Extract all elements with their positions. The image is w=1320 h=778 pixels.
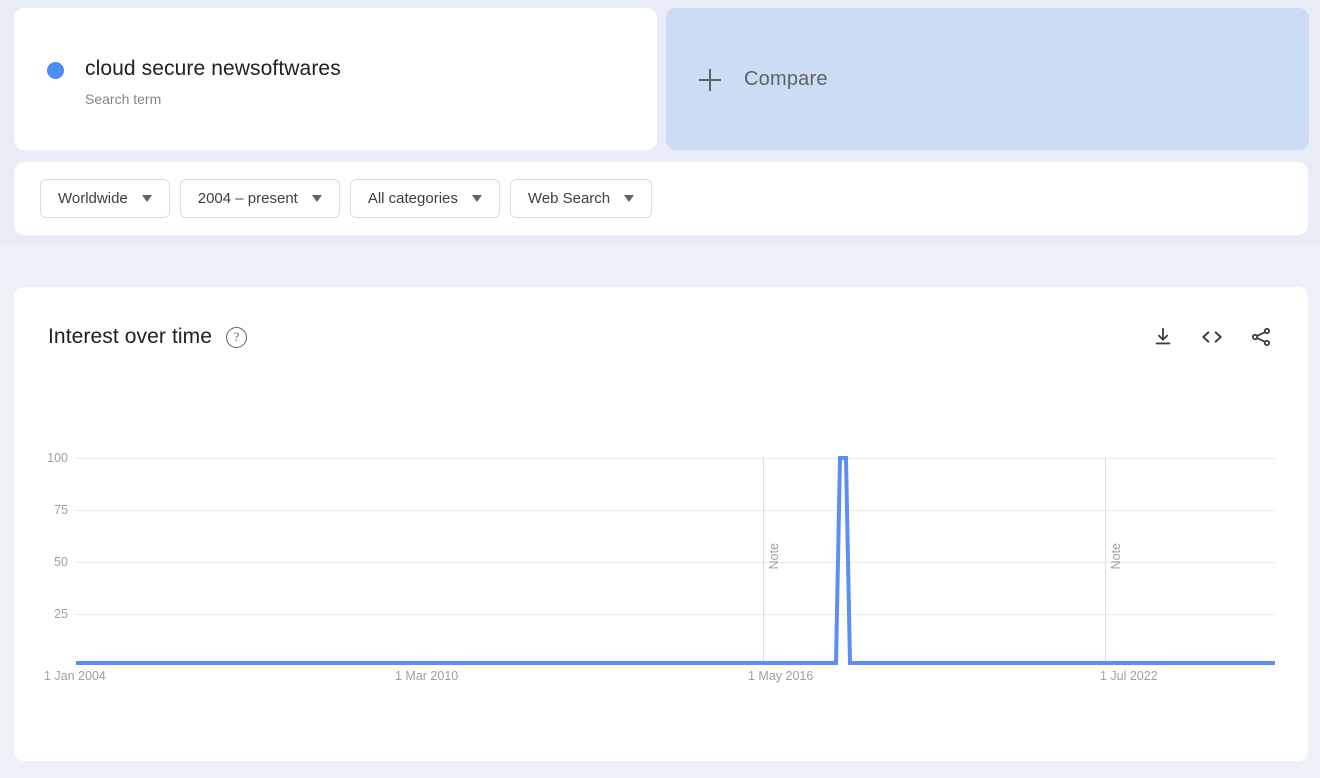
filter-time-range-label: 2004 – present bbox=[197, 190, 298, 207]
compare-card[interactable]: Compare bbox=[666, 8, 1309, 150]
chart-action-group bbox=[1150, 324, 1274, 350]
search-term-texts: cloud secure newsoftwares Search term bbox=[85, 55, 341, 109]
trend-line bbox=[76, 456, 1275, 665]
compare-label: Compare bbox=[744, 68, 828, 90]
filter-category-label: All categories bbox=[367, 190, 458, 207]
y-tick-75: 75 bbox=[54, 503, 68, 517]
filter-location-label: Worldwide bbox=[58, 190, 128, 207]
download-icon[interactable] bbox=[1150, 324, 1176, 350]
search-term-title: cloud secure newsoftwares bbox=[85, 57, 341, 80]
filter-bar: Worldwide 2004 – present All categories … bbox=[14, 162, 1308, 235]
y-tick-100: 100 bbox=[47, 451, 68, 465]
help-icon[interactable]: ? bbox=[226, 326, 248, 348]
chevron-down-icon bbox=[311, 195, 322, 202]
note-annotation-1: Note bbox=[767, 543, 781, 570]
series-color-dot bbox=[47, 62, 64, 79]
y-tick-50: 50 bbox=[54, 555, 68, 569]
filter-search-type[interactable]: Web Search bbox=[509, 179, 653, 218]
search-term-subtitle: Search term bbox=[85, 91, 162, 107]
chart-title-group: Interest over time ? bbox=[48, 325, 248, 349]
search-term-card[interactable]: cloud secure newsoftwares Search term bbox=[14, 8, 657, 150]
x-tick-2: 1 Mar 2010 bbox=[395, 669, 459, 683]
interest-over-time-card: Interest over time ? 100 75 50 25 1 Jan … bbox=[14, 287, 1308, 761]
chart-plot-area: 100 75 50 25 1 Jan 2004 1 Mar 2010 1 May… bbox=[14, 287, 1308, 761]
note-gridlines bbox=[763, 458, 1106, 663]
filter-category[interactable]: All categories bbox=[349, 179, 500, 218]
chevron-down-icon bbox=[471, 195, 482, 202]
x-tick-1: 1 Jan 2004 bbox=[44, 669, 106, 683]
filter-location[interactable]: Worldwide bbox=[40, 179, 170, 218]
chart-svg bbox=[76, 456, 1275, 665]
x-tick-3: 1 May 2016 bbox=[748, 669, 814, 683]
note-annotation-2: Note bbox=[1109, 543, 1123, 570]
chevron-down-icon bbox=[624, 195, 635, 202]
embed-code-icon[interactable] bbox=[1199, 324, 1225, 350]
filter-time-range[interactable]: 2004 – present bbox=[179, 179, 340, 218]
share-icon[interactable] bbox=[1248, 324, 1274, 350]
horizontal-gridlines bbox=[76, 458, 1275, 615]
filter-search-type-label: Web Search bbox=[527, 190, 611, 207]
compare-content: Compare bbox=[699, 68, 828, 91]
y-tick-25: 25 bbox=[54, 607, 68, 621]
plus-icon bbox=[699, 68, 721, 91]
page-title: Interest over time bbox=[48, 325, 213, 348]
search-term-content: cloud secure newsoftwares Search term bbox=[47, 55, 341, 109]
chevron-down-icon bbox=[141, 195, 152, 202]
chart-header: Interest over time ? bbox=[48, 321, 1274, 353]
filter-chip-row: Worldwide 2004 – present All categories … bbox=[40, 179, 653, 218]
x-tick-4: 1 Jul 2022 bbox=[1100, 669, 1158, 683]
